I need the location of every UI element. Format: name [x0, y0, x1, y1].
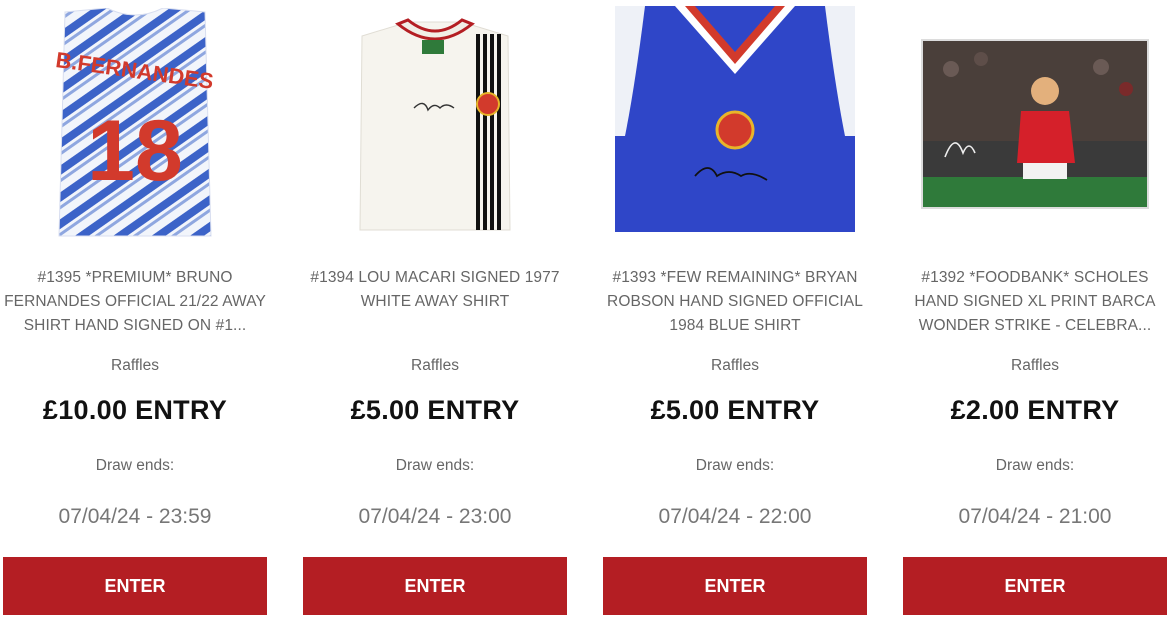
enter-button[interactable]: ENTER: [303, 557, 567, 615]
enter-button[interactable]: ENTER: [903, 557, 1167, 615]
raffle-card: #1394 LOU MACARI SIGNED 1977 WHITE AWAY …: [303, 0, 567, 617]
raffle-image-link[interactable]: [603, 0, 867, 248]
draw-ends-date: 07/04/24 - 23:00: [358, 505, 512, 528]
enter-button[interactable]: ENTER: [3, 557, 267, 615]
blue-away-shirt-image: B.FERNANDES 18: [55, 8, 215, 237]
raffle-category: Raffles: [411, 357, 459, 374]
raffle-title[interactable]: #1394 LOU MACARI SIGNED 1977 WHITE AWAY …: [303, 266, 567, 314]
entry-price: £5.00 ENTRY: [350, 395, 520, 425]
raffle-card: #1392 *FOODBANK* SCHOLES HAND SIGNED XL …: [903, 0, 1167, 617]
raffle-category: Raffles: [1011, 357, 1059, 374]
draw-ends-label: Draw ends:: [95, 457, 175, 474]
raffle-title[interactable]: #1393 *FEW REMAINING* BRYAN ROBSON HAND …: [603, 266, 867, 338]
raffle-grid: B.FERNANDES 18 #1395 *PREMIUM* BRUNO FER…: [0, 0, 1169, 617]
raffle-category: Raffles: [711, 357, 759, 374]
draw-ends-date: 07/04/24 - 22:00: [658, 505, 812, 528]
signed-photo-print-image: [921, 39, 1149, 209]
draw-ends-label: Draw ends:: [695, 457, 775, 474]
draw-ends-date: 07/04/24 - 21:00: [958, 505, 1112, 528]
raffle-image-link[interactable]: B.FERNANDES 18: [3, 0, 267, 248]
draw-ends-label: Draw ends:: [395, 457, 475, 474]
white-retro-shirt-image: [359, 18, 511, 231]
entry-price: £10.00 ENTRY: [42, 395, 228, 425]
raffle-image-link[interactable]: [903, 0, 1167, 248]
entry-price: £2.00 ENTRY: [950, 395, 1120, 425]
draw-ends-date: 07/04/24 - 23:59: [58, 505, 212, 528]
raffle-category: Raffles: [111, 357, 159, 374]
raffle-image-link[interactable]: [303, 0, 567, 248]
entry-price: £5.00 ENTRY: [650, 395, 820, 425]
enter-button[interactable]: ENTER: [603, 557, 867, 615]
raffle-title[interactable]: #1392 *FOODBANK* SCHOLES HAND SIGNED XL …: [903, 266, 1167, 338]
raffle-title[interactable]: #1395 *PREMIUM* BRUNO FERNANDES OFFICIAL…: [3, 266, 267, 338]
raffle-card: #1393 *FEW REMAINING* BRYAN ROBSON HAND …: [603, 0, 867, 617]
svg-text:18: 18: [87, 103, 183, 199]
blue-vest-shirt-image: [615, 6, 855, 242]
draw-ends-label: Draw ends:: [995, 457, 1075, 474]
raffle-card: B.FERNANDES 18 #1395 *PREMIUM* BRUNO FER…: [3, 0, 267, 617]
